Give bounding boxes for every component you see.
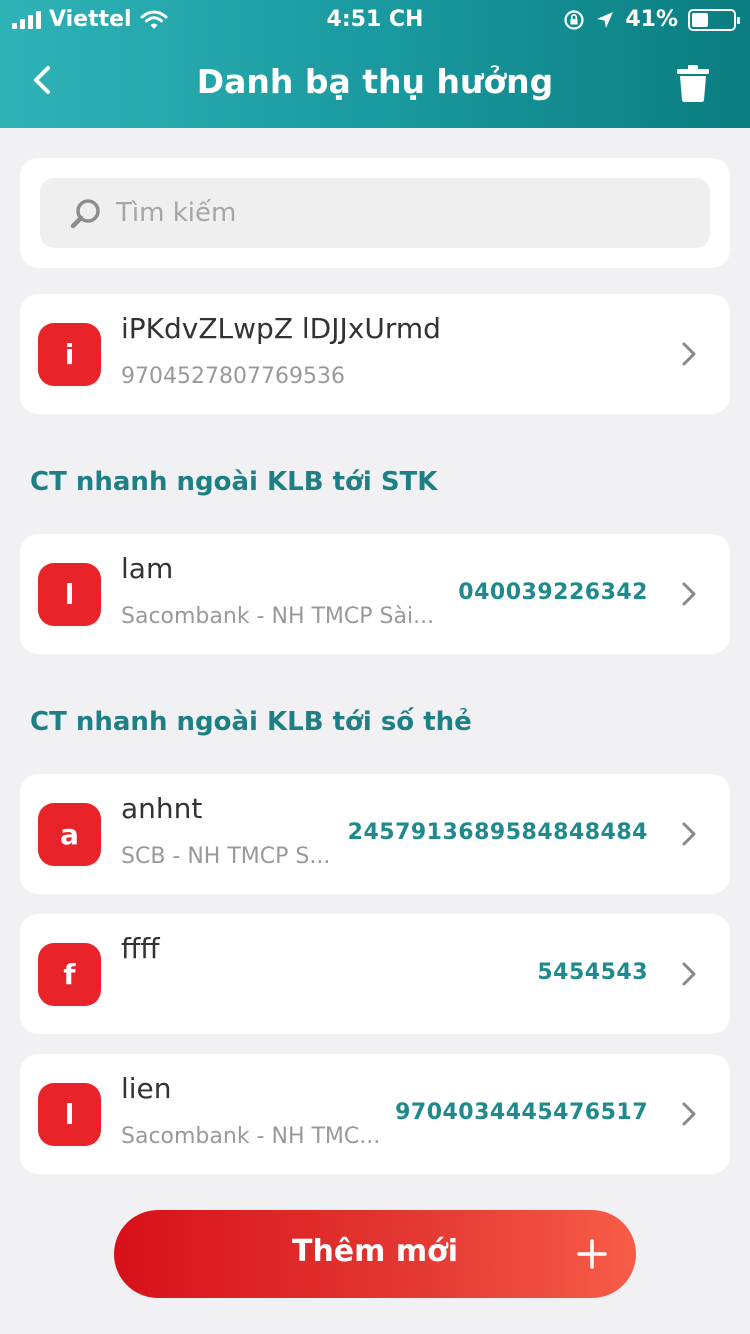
location-icon [597, 11, 614, 28]
contact-bank: SCB - NH TMCP S... [121, 844, 331, 869]
contact-subtitle: 9704527807769536 [121, 364, 345, 389]
battery-fill [692, 12, 709, 27]
avatar: l [38, 563, 101, 626]
contact-card[interactable]: a anhnt SCB - NH TMCP S... 2457913689584… [20, 774, 730, 894]
contact-name: anhnt [121, 792, 203, 825]
chevron-right-icon [682, 342, 696, 366]
header: Viettel 4:51 CH 41% Danh bạ thụ hưởng [0, 0, 750, 128]
status-bar: Viettel 4:51 CH 41% [0, 0, 750, 40]
contact-card[interactable]: l lam Sacombank - NH TMCP Sài... 0400392… [20, 534, 730, 654]
search-icon [70, 199, 100, 229]
chevron-right-icon [682, 962, 696, 986]
contact-account: 040039226342 [458, 580, 648, 605]
section-title-card: CT nhanh ngoài KLB tới số thẻ [30, 707, 472, 737]
avatar: a [38, 803, 101, 866]
chevron-right-icon [682, 1102, 696, 1126]
avatar: l [38, 1083, 101, 1146]
avatar: i [38, 323, 101, 386]
search-card [20, 158, 730, 268]
status-right: 41% [563, 7, 740, 32]
contact-bank: Sacombank - NH TMC... [121, 1124, 381, 1149]
trash-icon [677, 65, 709, 102]
contact-card[interactable]: f ffff 5454543 [20, 914, 730, 1034]
delete-button[interactable] [676, 64, 712, 104]
contact-account: 9704034445476517 [395, 1100, 648, 1125]
contact-name: iPKdvZLwpZ lDJJxUrmd [121, 312, 441, 345]
search-box[interactable] [40, 178, 710, 248]
contact-account: 5454543 [537, 960, 648, 985]
contact-card[interactable]: l lien Sacombank - NH TMC... 97040344454… [20, 1054, 730, 1174]
add-new-button[interactable]: Thêm mới [114, 1210, 636, 1298]
orientation-lock-icon [564, 9, 584, 30]
plus-icon [577, 1239, 607, 1269]
contact-name: lien [121, 1072, 172, 1105]
avatar: f [38, 943, 101, 1006]
battery-icon [688, 8, 740, 31]
contact-card[interactable]: i iPKdvZLwpZ lDJJxUrmd 9704527807769536 [20, 294, 730, 414]
section-title-stk: CT nhanh ngoài KLB tới STK [30, 467, 438, 497]
chevron-right-icon [682, 582, 696, 606]
contact-bank: Sacombank - NH TMCP Sài... [121, 604, 435, 629]
contact-account: 2457913689584848484 [347, 820, 648, 845]
page-title: Danh bạ thụ hưởng [196, 62, 554, 101]
add-new-label: Thêm mới [291, 1234, 459, 1269]
battery-label: 41% [625, 7, 678, 32]
contact-name: lam [121, 552, 174, 585]
chevron-right-icon [682, 822, 696, 846]
contact-name: ffff [121, 932, 160, 965]
search-input[interactable] [116, 190, 676, 236]
